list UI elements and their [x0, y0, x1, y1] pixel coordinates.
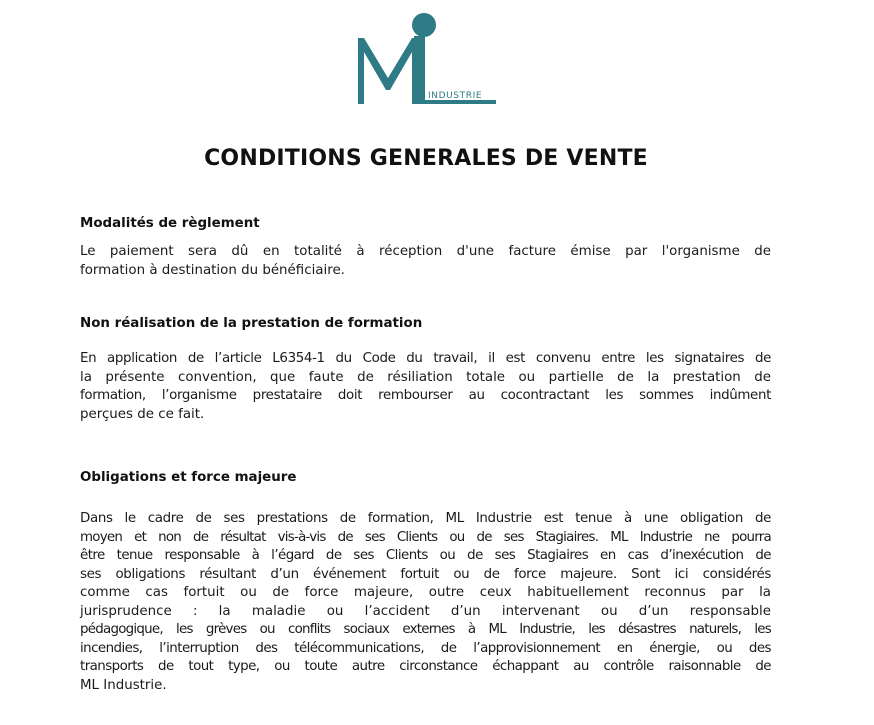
section-heading-non-delivery: Non réalisation de la prestation de form…: [80, 316, 423, 331]
paragraph-line: En application de l’article L6354-1 du C…: [80, 351, 771, 366]
document-title: CONDITIONS GENERALES DE VENTE: [204, 146, 648, 171]
section-heading-payment: Modalités de règlement: [80, 216, 260, 231]
section-heading-force-majeure: Obligations et force majeure: [80, 470, 297, 485]
paragraph-line: jurisprudence : la maladie ou l’accident…: [80, 603, 771, 619]
paragraph-line: ses obligations résultant d’un événement…: [80, 566, 771, 582]
paragraph-line: ML Industrie.: [80, 677, 167, 693]
paragraph-line: la présente convention, que faute de rés…: [80, 369, 771, 385]
paragraph-line: comme cas fortuit ou de force majeure, o…: [80, 585, 771, 600]
paragraph-line: moyen et non de résultat vis-à-vis de se…: [80, 529, 772, 545]
logo-subtitle: INDUSTRIE: [428, 91, 482, 101]
paragraph-line: être tenue responsable à l’égard de ses …: [80, 548, 772, 563]
section-body-payment: Le paiement sera dû en totalité à récept…: [80, 243, 771, 280]
document-page: INDUSTRIE CONDITIONS GENERALES DE VENTE …: [0, 0, 874, 725]
company-logo: INDUSTRIE: [352, 8, 502, 108]
ml-industrie-logo-graphic: INDUSTRIE: [358, 13, 496, 104]
section-body-non-delivery: En application de l’article L6354-1 du C…: [80, 350, 771, 424]
paragraph-line: formation, l’organisme prestataire doit …: [80, 388, 771, 403]
logo-letter-m: [358, 38, 418, 104]
paragraph-line: transports de tout type, ou toute autre …: [80, 659, 772, 674]
paragraph-line: Le paiement sera dû en totalité à récept…: [80, 244, 771, 259]
logo-dot: [412, 13, 436, 37]
logo-letter-l-stem: [414, 36, 425, 104]
paragraph-line: pédagogique, les grèves ou conflits soci…: [80, 622, 772, 637]
paragraph-line: perçues de ce fait.: [80, 406, 205, 422]
paragraph-line: Dans le cadre de ses prestations de form…: [80, 511, 771, 526]
paragraph-line: formation à destination du bénéficiaire.: [80, 262, 345, 278]
section-body-force-majeure: Dans le cadre de ses prestations de form…: [80, 510, 772, 695]
paragraph-line: incendies, l’interruption des télécommun…: [80, 640, 772, 656]
